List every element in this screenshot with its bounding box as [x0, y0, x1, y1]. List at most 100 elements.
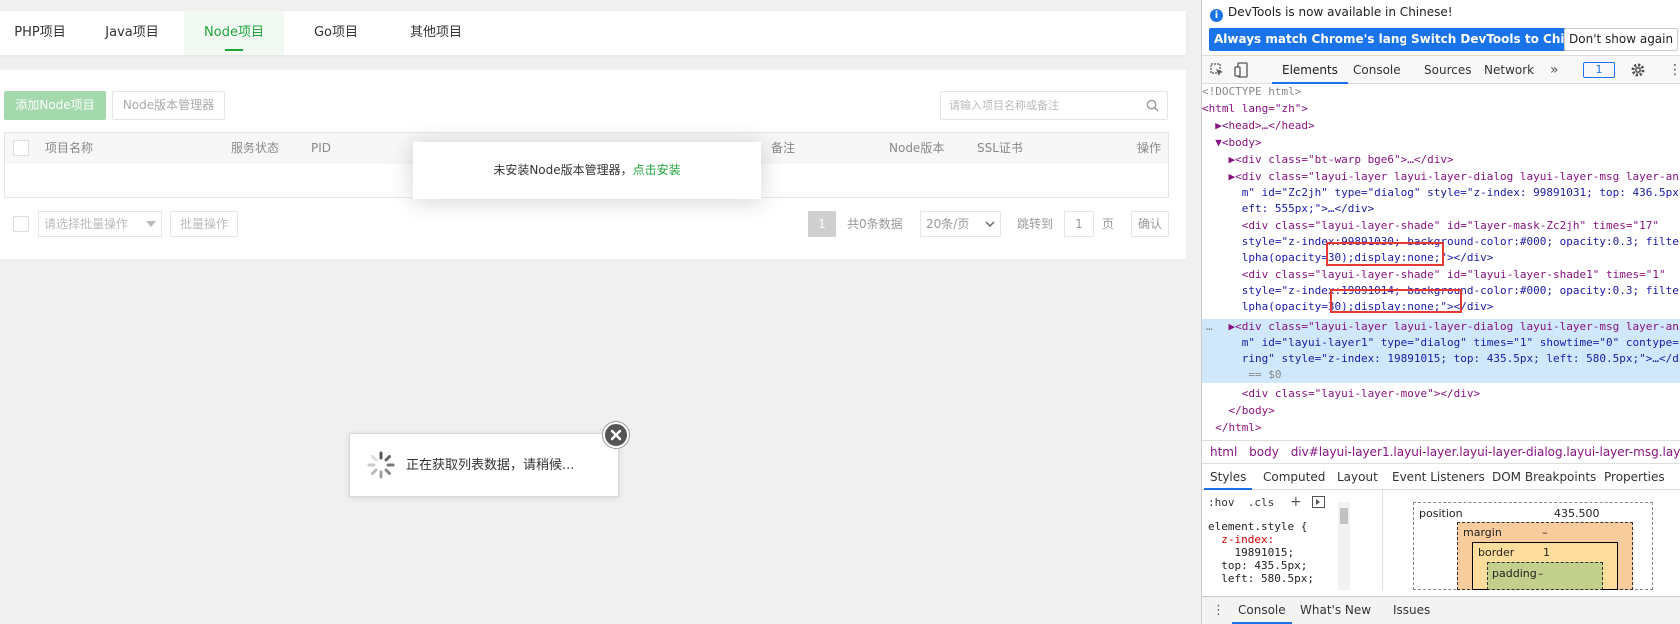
dom-tree: <!DOCTYPE html> <html lang="zh"> ▶<head>… — [1202, 84, 1680, 440]
dom-line[interactable]: <div class="layui-layer-shade" id="layui… — [1202, 268, 1666, 281]
dom-line[interactable]: <!DOCTYPE html> — [1202, 85, 1301, 98]
annotation-box — [1326, 242, 1444, 266]
dom-line[interactable]: ▶<div class="layui-layer layui-layer-dia… — [1202, 320, 1680, 333]
inspect-element-icon[interactable] — [1210, 63, 1224, 77]
annotation-box — [1330, 289, 1462, 313]
style-property[interactable]: top: 435.5px; — [1208, 559, 1307, 572]
close-icon — [610, 429, 622, 441]
border-value: 1 — [1543, 546, 1550, 559]
banner-message: i DevTools is now available in Chinese! — [1210, 4, 1453, 22]
devtools-drawer: ⋮ Console What's New Issues — [1202, 596, 1680, 624]
tab-styles[interactable]: Styles — [1203, 464, 1253, 490]
search-placeholder: 请输入项目名称或备注 — [949, 99, 1059, 112]
node-version-manager-button[interactable]: Node版本管理器 — [112, 91, 225, 120]
dom-line[interactable]: ▶<div class="bt-warp bge6">…</div> — [1202, 153, 1453, 166]
tab-java[interactable]: Java项目 — [80, 11, 184, 55]
tab-console[interactable]: Console — [1353, 56, 1401, 84]
add-node-project-button[interactable]: 添加Node项目 — [4, 91, 106, 120]
per-page-text: 20条/页 — [926, 217, 970, 231]
col-remark: 备注 — [771, 141, 796, 155]
style-value[interactable]: 19891015; — [1208, 546, 1294, 559]
tab-sources[interactable]: Sources — [1424, 56, 1471, 84]
dom-line[interactable]: ▼<body> — [1202, 136, 1261, 149]
dom-line[interactable]: ▶<head>…</head> — [1202, 119, 1314, 132]
styles-tabbar: Styles Computed Layout Event Listeners D… — [1202, 464, 1680, 490]
message-text: 未安装Node版本管理器， — [493, 163, 633, 177]
jump-input[interactable]: 1 — [1064, 211, 1094, 237]
not-installed-message: 未安装Node版本管理器，点击安装 — [413, 142, 761, 199]
toggle-sidebar-icon[interactable] — [1312, 496, 1325, 508]
batch-select[interactable]: 请选择批量操作 — [38, 211, 162, 237]
close-dialog-button[interactable] — [603, 422, 629, 448]
tab-network[interactable]: Network — [1484, 56, 1534, 84]
dom-line[interactable]: </body> — [1202, 404, 1274, 417]
batch-operation-button[interactable]: 批量操作 — [170, 211, 238, 237]
page-number[interactable]: 1 — [808, 211, 836, 237]
chevron-down-icon — [985, 221, 995, 228]
confirm-button[interactable]: 确认 — [1131, 211, 1169, 237]
footer-checkbox[interactable] — [13, 216, 29, 232]
padding-label: padding — [1492, 567, 1537, 580]
dom-line[interactable]: </html> — [1202, 421, 1261, 434]
select-all-checkbox[interactable] — [13, 140, 29, 156]
dont-show-again-button[interactable]: Don't show again — [1564, 28, 1679, 51]
dom-line[interactable]: <div class="layui-layer-shade" id="layer… — [1202, 219, 1659, 232]
ellipsis-icon: … — [1206, 320, 1213, 333]
search-input[interactable]: 请输入项目名称或备注 — [940, 91, 1168, 120]
border-label: border — [1478, 546, 1515, 559]
box-model: position 435.500 margin – border 1 paddi… — [1382, 490, 1680, 590]
tab-layout[interactable]: Layout — [1337, 464, 1378, 490]
page-unit: 页 — [1102, 217, 1115, 231]
batch-select-text: 请选择批量操作 — [44, 217, 129, 231]
tab-go[interactable]: Go项目 — [284, 11, 388, 55]
col-node-version: Node版本 — [889, 141, 945, 155]
devtools-language-banner: i DevTools is now available in Chinese! A… — [1202, 0, 1680, 56]
search-icon[interactable] — [1146, 99, 1159, 112]
dom-line[interactable]: <div class="layui-layer-move"></div> — [1202, 387, 1480, 400]
more-tabs-icon[interactable]: » — [1550, 56, 1559, 84]
drawer-tab-issues[interactable]: Issues — [1393, 597, 1430, 624]
drawer-menu-icon[interactable]: ⋮ — [1212, 597, 1225, 624]
style-property[interactable]: left: 580.5px; — [1208, 572, 1314, 585]
scrollbar-thumb[interactable] — [1340, 508, 1348, 524]
loading-dialog: 正在获取列表数据，请稍候... — [349, 433, 619, 497]
new-style-rule-icon[interactable]: + — [1290, 490, 1302, 514]
issues-badge[interactable]: 1 — [1583, 62, 1615, 78]
tab-dom-breakpoints[interactable]: DOM Breakpoints — [1492, 464, 1596, 490]
dom-line[interactable]: m" id="layui-layer1" type="dialog" times… — [1202, 336, 1680, 349]
tab-computed[interactable]: Computed — [1263, 464, 1325, 490]
drawer-tab-console[interactable]: Console — [1232, 597, 1292, 624]
device-toolbar-icon[interactable] — [1234, 62, 1248, 78]
col-pid: PID — [311, 141, 332, 155]
tab-node[interactable]: Node项目 — [184, 11, 284, 55]
drawer-tab-whats-new[interactable]: What's New — [1300, 597, 1371, 624]
crumb-body[interactable]: body — [1249, 445, 1279, 459]
col-actions: 操作 — [1137, 141, 1162, 155]
dom-line[interactable]: eft: 555px;">…</div> — [1202, 202, 1374, 215]
crumb-html[interactable]: html — [1210, 445, 1237, 459]
breadcrumb: html body div#layui-layer1.layui-layer.l… — [1202, 440, 1680, 464]
crumb-selected[interactable]: div#layui-layer1.layui-layer.layui-layer… — [1291, 445, 1680, 459]
tab-elements[interactable]: Elements — [1272, 56, 1348, 84]
style-property[interactable]: z-index: — [1208, 533, 1274, 546]
tab-properties[interactable]: Properties — [1604, 464, 1665, 490]
dom-line[interactable]: <html lang="zh"> — [1202, 102, 1308, 115]
tab-other[interactable]: 其他项目 — [388, 11, 484, 55]
col-status: 服务状态 — [231, 141, 280, 155]
dom-line[interactable]: ▶<div class="layui-layer layui-layer-dia… — [1202, 170, 1680, 183]
install-link[interactable]: 点击安装 — [633, 163, 681, 177]
margin-value: – — [1542, 526, 1548, 539]
kebab-menu-icon[interactable]: ⋮ — [1668, 56, 1680, 84]
tab-php[interactable]: PHP项目 — [0, 11, 80, 55]
devtools-panel: i DevTools is now available in Chinese! A… — [1201, 0, 1680, 624]
per-page-select[interactable]: 20条/页 — [920, 211, 1001, 237]
styles-scrollbar[interactable] — [1338, 502, 1350, 590]
devtools-tabbar: Elements Console Sources Network » 1 ⋮ — [1202, 56, 1680, 84]
styles-filter[interactable]: :hov .cls — [1208, 496, 1274, 509]
gear-icon[interactable] — [1630, 62, 1646, 78]
col-name: 项目名称 — [45, 141, 94, 155]
dom-line[interactable]: m" id="Zc2jh" type="dialog" style="z-ind… — [1202, 186, 1680, 199]
tab-event-listeners[interactable]: Event Listeners — [1392, 464, 1485, 490]
dom-line[interactable]: == $0 — [1202, 368, 1281, 381]
dom-line[interactable]: ring" style="z-index: 19891015; top: 435… — [1202, 352, 1680, 365]
